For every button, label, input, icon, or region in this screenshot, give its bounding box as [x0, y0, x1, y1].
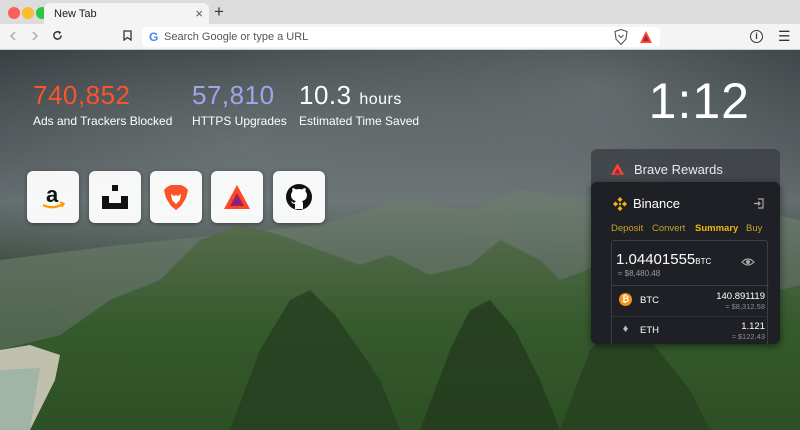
tab-summary[interactable]: Summary	[695, 223, 738, 234]
time-saved-value: 10.3 hours	[299, 80, 419, 111]
svg-text:a: a	[46, 182, 59, 207]
stat-time-saved: 10.3 hours Estimated Time Saved	[299, 80, 419, 128]
tab-new-tab[interactable]: New Tab ×	[44, 3, 209, 24]
binance-title: Binance	[633, 196, 680, 211]
top-site-bat[interactable]	[211, 171, 263, 223]
top-site-unstop[interactable]	[89, 171, 141, 223]
binance-summary-panel: 1.04401555BTC ≈ $8,480.48 ₿ BTC 140.8911…	[611, 240, 769, 344]
new-tab-button[interactable]: +	[214, 2, 224, 22]
time-saved-label: Estimated Time Saved	[299, 114, 420, 128]
close-window-button[interactable]	[8, 7, 20, 19]
brave-rewards-title: Brave Rewards	[634, 162, 723, 177]
coin-usd: ≈ $8,312.58	[725, 302, 765, 311]
url-bar[interactable]: G Search Google or type a URL	[142, 27, 660, 47]
back-arrow-icon	[9, 31, 16, 41]
coin-row-btc[interactable]: ₿ BTC 140.891119 ≈ $8,312.58	[612, 287, 769, 317]
bookmark-button[interactable]	[118, 28, 136, 46]
total-balance: 1.04401555BTC	[616, 251, 711, 268]
back-button[interactable]	[4, 28, 22, 46]
ads-blocked-label: Ads and Trackers Blocked	[33, 114, 173, 128]
brave-shields-icon[interactable]	[614, 29, 628, 45]
total-balance-usd: ≈ $8,480.48	[618, 269, 661, 278]
coin-amount: 140.891119	[716, 291, 765, 302]
divider	[612, 285, 769, 286]
coin-symbol: BTC	[640, 295, 659, 306]
clock: 1:12	[648, 73, 750, 129]
coin-usd: ≈ $122.43	[731, 332, 765, 341]
minimize-window-button[interactable]	[22, 7, 34, 19]
total-balance-unit: BTC	[695, 257, 712, 266]
tab-convert[interactable]: Convert	[652, 223, 685, 234]
eye-icon[interactable]	[741, 257, 755, 267]
bookmark-icon	[122, 30, 132, 42]
github-icon	[286, 184, 312, 210]
stat-https-upgrades: 57,810 HTTPS Upgrades	[192, 80, 287, 128]
ethereum-icon: ♦	[622, 323, 629, 335]
reload-button[interactable]	[48, 28, 66, 46]
toolbar: G Search Google or type a URL	[0, 24, 800, 50]
top-site-amazon[interactable]: a	[27, 171, 79, 223]
tab-deposit[interactable]: Deposit	[611, 223, 643, 234]
bat-triangle-icon	[611, 163, 624, 175]
tab-strip: New Tab × +	[0, 0, 800, 24]
url-placeholder: Search Google or type a URL	[164, 31, 309, 43]
bat-triangle-icon	[224, 185, 250, 209]
tab-close-icon[interactable]: ×	[195, 6, 203, 21]
reload-icon	[52, 30, 62, 40]
ads-blocked-count: 740,852	[33, 80, 131, 110]
binance-logo-icon	[613, 197, 627, 211]
coin-row-eth[interactable]: ♦ ETH 1.121 ≈ $122.43	[612, 317, 769, 344]
menu-icon[interactable]: ☰	[778, 28, 791, 45]
top-site-brave[interactable]	[150, 171, 202, 223]
forward-button[interactable]	[26, 28, 44, 46]
https-upgrades-label: HTTPS Upgrades	[192, 114, 287, 128]
https-upgrades-count: 57,810	[192, 80, 275, 110]
coin-symbol: ETH	[640, 325, 659, 336]
brave-lion-icon	[164, 185, 188, 210]
forward-arrow-icon	[32, 31, 39, 41]
time-saved-unit: hours	[359, 91, 402, 108]
info-icon[interactable]: i	[750, 30, 763, 43]
total-balance-value: 1.04401555	[616, 251, 696, 268]
top-site-github[interactable]	[273, 171, 325, 223]
time-saved-number: 10.3	[299, 80, 352, 110]
brave-rewards-toolbar-icon[interactable]	[639, 30, 653, 44]
amazon-icon: a	[42, 182, 66, 209]
disconnect-icon[interactable]	[753, 198, 764, 209]
google-icon: G	[149, 30, 159, 44]
tab-buy[interactable]: Buy	[746, 223, 762, 234]
bitcoin-icon: ₿	[619, 293, 632, 306]
tab-title: New Tab	[54, 8, 97, 20]
coin-amount: 1.121	[741, 321, 765, 332]
stat-ads-blocked: 740,852 Ads and Trackers Blocked	[33, 80, 172, 128]
binance-widget: Binance Deposit Convert Summary Buy 1.04…	[591, 182, 780, 344]
unstop-icon	[102, 185, 128, 209]
